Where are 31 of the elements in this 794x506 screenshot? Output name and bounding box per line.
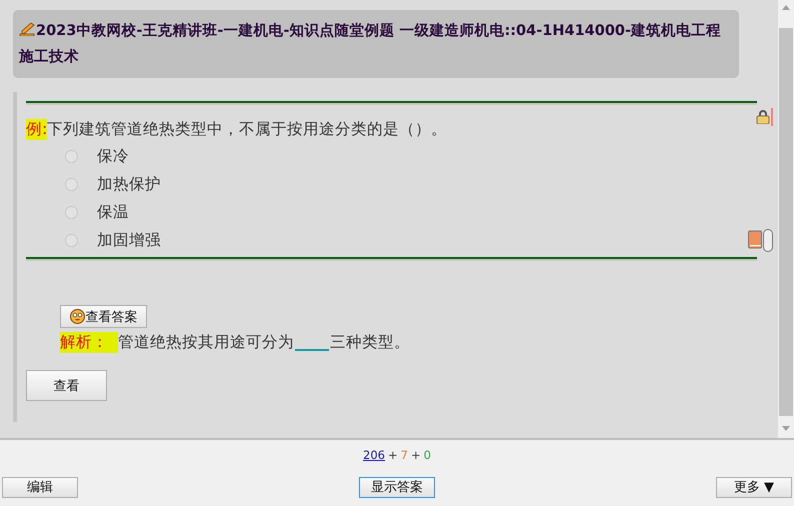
- count-text: 0: [424, 448, 431, 462]
- toggle-icon: [763, 228, 773, 252]
- scrollbar[interactable]: [778, 0, 794, 438]
- marker-line-icon: [771, 108, 773, 126]
- question-text: 下列建筑管道绝热类型中，不属于按用途分类的是（）。: [47, 119, 448, 140]
- example-tag: 例:: [26, 119, 48, 140]
- more-button[interactable]: 更多 ▼: [716, 476, 792, 498]
- analysis-text: 三种类型。: [330, 332, 410, 353]
- analysis-text: 管道绝热按其用途可分为: [118, 332, 294, 353]
- count-text: 7: [400, 448, 408, 462]
- option-label: 保温: [97, 202, 129, 222]
- radio-button[interactable]: [65, 178, 78, 190]
- check-button[interactable]: 查看: [26, 370, 107, 401]
- smiley-icon: [70, 309, 84, 324]
- radio-button[interactable]: [65, 234, 78, 246]
- analysis-label: 解析：: [60, 332, 118, 353]
- show-answer-button[interactable]: 查看答案: [60, 305, 147, 328]
- option-label: 加固增强: [97, 230, 161, 250]
- option-label: 保冷: [97, 146, 129, 166]
- radio-button[interactable]: [65, 150, 78, 162]
- count-text: +: [410, 448, 421, 462]
- show-answer-button[interactable]: 显示答案: [359, 476, 435, 498]
- book-icon: [748, 228, 762, 248]
- page-title: 2023中教网校-王克精讲班-一建机电-知识点随堂例题 一级建造师机电::04-1H414000-建筑机电工程施工技术: [13, 10, 739, 78]
- radio-button[interactable]: [65, 206, 78, 218]
- pencil-icon: [19, 22, 36, 36]
- option-label: 加热保护: [97, 174, 161, 194]
- lock-icon: [756, 110, 770, 124]
- count-text: +: [388, 448, 398, 462]
- count-link[interactable]: 206: [363, 448, 385, 462]
- edit-button[interactable]: 编辑: [2, 476, 78, 498]
